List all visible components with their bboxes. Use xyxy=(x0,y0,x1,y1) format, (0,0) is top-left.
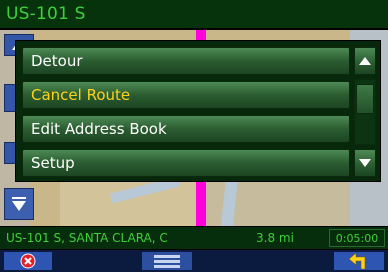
menu-item-cancel-route[interactable]: Cancel Route xyxy=(22,81,350,109)
current-street-label: US-101 S, SANTA CLARA, C xyxy=(6,231,168,245)
menu-item-detour[interactable]: Detour xyxy=(22,47,350,75)
menu-item-label: Edit Address Book xyxy=(31,120,167,138)
current-road-label: US-101 S xyxy=(6,4,86,24)
menu-item-label: Setup xyxy=(31,154,75,172)
menu-icon xyxy=(154,255,180,268)
status-bar: US-101 S, SANTA CLARA, C 3.8 mi 0:05:00 xyxy=(0,226,388,250)
triangle-down-icon xyxy=(359,159,371,167)
navigation-screen: US-101 S Detour Cancel Route Edit Addres… xyxy=(0,0,388,272)
menu-item-edit-address-book[interactable]: Edit Address Book xyxy=(22,115,350,143)
header-bar: US-101 S xyxy=(0,0,388,30)
menu-button[interactable] xyxy=(142,252,192,270)
bottom-toolbar xyxy=(0,250,388,272)
scrollbar[interactable] xyxy=(354,79,376,145)
scrollbar-thumb[interactable] xyxy=(356,84,374,114)
menu-item-label: Cancel Route xyxy=(31,86,131,104)
zoom-out-button[interactable] xyxy=(4,188,34,220)
scroll-down-button[interactable] xyxy=(354,149,376,177)
scroll-up-button[interactable] xyxy=(354,47,376,75)
triangle-up-icon xyxy=(359,57,371,65)
menu-item-label: Detour xyxy=(31,52,83,70)
back-arrow-icon xyxy=(349,253,366,269)
distance-readout: 3.8 mi xyxy=(256,231,294,245)
close-circle-icon xyxy=(20,253,36,269)
time-readout: 0:05:00 xyxy=(329,229,385,247)
menu-item-setup[interactable]: Setup xyxy=(22,149,350,177)
zoom-out-icon xyxy=(12,197,26,211)
back-button[interactable] xyxy=(334,252,384,270)
close-button[interactable] xyxy=(4,252,52,270)
popup-menu: Detour Cancel Route Edit Address Book Se… xyxy=(15,40,381,182)
